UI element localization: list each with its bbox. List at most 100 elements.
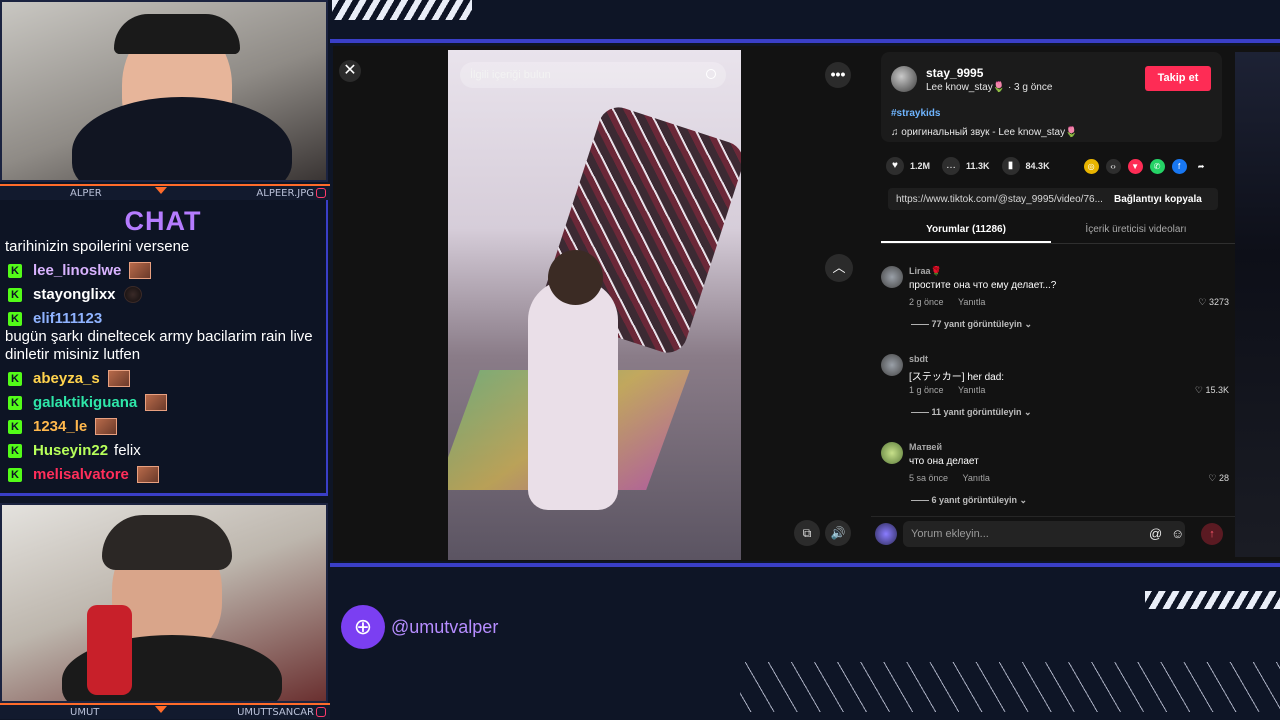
globe-icon: ⊕ — [341, 605, 385, 649]
headphones — [114, 14, 240, 54]
current-user-avatar — [875, 523, 897, 545]
video-player[interactable]: İlgili içeriği bulun — [448, 50, 741, 560]
comment-tabs: Yorumlar (11286) İçerik üreticisi videol… — [881, 218, 1235, 244]
comment-like[interactable]: ♡ 3273 — [1198, 297, 1229, 308]
follow-button[interactable]: Takip et — [1145, 66, 1211, 91]
chat-username[interactable]: Huseyin22 — [33, 442, 108, 460]
chat-message: Kstayonglixx — [5, 286, 321, 304]
nameplate-triangle-icon — [155, 706, 167, 713]
top-accent-line — [330, 39, 1280, 43]
video-link-row: https://www.tiktok.com/@stay_9995/video/… — [888, 188, 1218, 210]
previous-video-button[interactable]: ︿ — [825, 254, 853, 282]
embed-icon[interactable]: ‹› — [1105, 158, 1121, 174]
author-username[interactable]: stay_9995 — [926, 66, 983, 80]
instagram-icon — [316, 188, 326, 198]
kick-badge-icon: K — [8, 444, 22, 458]
chair — [87, 605, 132, 695]
comment-text: простите она что ему делает...? — [909, 280, 1057, 291]
commenter-name[interactable]: Liraa🌹 — [909, 266, 942, 277]
close-button[interactable]: ✕ — [339, 60, 361, 82]
search-icon[interactable] — [706, 69, 716, 79]
view-replies-button[interactable]: —— 11 yanıt görüntüleyin ⌄ — [911, 407, 1032, 418]
tab-creator-videos[interactable]: İçerik üreticisi videoları — [1051, 218, 1221, 243]
mention-icon[interactable]: @ — [1149, 526, 1162, 541]
engagement-stats: ♥ 1.2M … 11.3K ▮ 84.3K ◎ ‹› ▼ ✆ f ➦ — [886, 156, 1221, 176]
reply-button[interactable]: Yanıtla — [958, 297, 985, 307]
background-window-edge — [1235, 52, 1280, 557]
chat-emote-icon — [145, 394, 168, 411]
chat-username[interactable]: lee_linoslwe — [33, 262, 121, 280]
emoji-icon[interactable]: ☺ — [1171, 526, 1184, 541]
reply-button[interactable]: Yanıtla — [963, 473, 990, 483]
author-avatar[interactable] — [891, 66, 917, 92]
post-info-card: stay_9995 Lee know_stay🌷 · 3 g önce Taki… — [881, 52, 1222, 142]
kick-badge-icon: K — [8, 396, 22, 410]
comments-count: 11.3K — [966, 161, 990, 171]
whatsapp-icon[interactable]: ✆ — [1149, 158, 1165, 174]
chat-emote-icon — [95, 418, 118, 435]
send-comment-button[interactable]: ↑ — [1201, 523, 1223, 545]
kick-badge-icon: K — [8, 372, 22, 386]
streamer-hair — [102, 515, 232, 570]
chat-message: K Huseyin22 felix — [5, 442, 321, 460]
more-options-button[interactable]: ••• — [825, 62, 851, 88]
chat-emote-icon — [107, 370, 130, 387]
share-arrow-icon[interactable]: ➦ — [1194, 159, 1209, 174]
related-search-input[interactable]: İlgili içeriği bulun — [460, 62, 726, 88]
comment-like-count: 28 — [1218, 473, 1229, 483]
chat-message: K 1234_le — [5, 418, 321, 436]
miniplayer-button[interactable]: ⧉ — [794, 520, 820, 546]
commenter-avatar[interactable] — [881, 442, 903, 464]
chat-text: felix — [114, 442, 141, 459]
comment-like-count: 15.3K — [1205, 385, 1229, 395]
bottom-accent-line — [330, 563, 1280, 567]
commenter-name[interactable]: sbdt — [909, 354, 928, 364]
nameplate-left: UMUT — [70, 706, 100, 718]
tab-comments[interactable]: Yorumlar (11286) — [881, 218, 1051, 243]
comment-like-count: 3273 — [1208, 297, 1229, 307]
chat-username[interactable]: galaktikiguana — [33, 394, 137, 412]
chat-text: tarihinizin spoilerini versene — [5, 238, 190, 255]
commenter-avatar[interactable] — [881, 266, 903, 288]
tiktok-video-modal: ✕ İlgili içeriği bulun ••• ︿ ⧉ 🔊 stay_99… — [333, 46, 1280, 561]
saves-count: 84.3K — [1025, 161, 1050, 171]
like-icon[interactable]: ♥ — [886, 157, 904, 175]
video-content-child — [528, 280, 618, 510]
copy-link-button[interactable]: Bağlantıyı kopyala — [1114, 194, 1202, 205]
hashtag-link[interactable]: #straykids — [891, 108, 940, 119]
chat-message: Kmelisalvatore — [5, 466, 321, 484]
comment-like[interactable]: ♡ 28 — [1208, 473, 1229, 484]
bookmark-icon[interactable]: ▮ — [1001, 157, 1020, 175]
kick-badge-icon: K — [8, 312, 22, 326]
volume-button[interactable]: 🔊 — [825, 520, 851, 546]
chat-username[interactable]: 1234_le — [33, 418, 87, 436]
nameplate-right: ALPEER.JPG — [256, 187, 314, 199]
stream-overlay: ALPER ALPEER.JPG CHAT tarihinizin spoile… — [0, 0, 1280, 720]
coin-share-icon[interactable]: ◎ — [1083, 158, 1099, 174]
comment-item: Liraa🌹 простите она что ему делает...? 2… — [881, 260, 1235, 348]
reply-button[interactable]: Yanıtla — [958, 385, 985, 395]
sound-link[interactable]: ♫ оригинальный звук - Lee know_stay🌷 — [891, 127, 1078, 138]
webcam-bottom-nameplate: UMUT UMUTTSANCAR — [0, 703, 330, 719]
chat-username[interactable]: abeyza_s — [33, 370, 100, 388]
facebook-icon[interactable]: f — [1171, 158, 1187, 174]
comment-input[interactable]: Yorum ekleyin... — [903, 521, 1185, 547]
chat-emote-icon — [123, 286, 142, 303]
chat-username[interactable]: melisalvatore — [33, 466, 129, 484]
comment-icon[interactable]: … — [942, 157, 961, 175]
chat-emote-icon — [136, 466, 159, 483]
chat-title: CHAT — [124, 206, 202, 236]
kick-badge-icon: K — [8, 420, 22, 434]
comment-item: sbdt [ステッカー] her dad: 1 g önce Yanıtla ♡… — [881, 348, 1235, 436]
chat-username[interactable]: elif111123 — [33, 310, 102, 328]
webcam-bottom — [0, 503, 328, 703]
video-url: https://www.tiktok.com/@stay_9995/video/… — [896, 193, 1103, 205]
commenter-name[interactable]: Матвей — [909, 442, 942, 452]
commenter-avatar[interactable] — [881, 354, 903, 376]
comment-like[interactable]: ♡ 15.3K — [1195, 385, 1229, 396]
send-share-icon[interactable]: ▼ — [1127, 158, 1143, 174]
view-replies-button[interactable]: —— 6 yanıt görüntüleyin ⌄ — [911, 495, 1027, 506]
social-handle-block: ⊕ @umutvalper — [341, 605, 498, 649]
view-replies-button[interactable]: —— 77 yanıt görüntüleyin ⌄ — [911, 319, 1032, 330]
chat-username[interactable]: stayonglixx — [33, 286, 116, 304]
